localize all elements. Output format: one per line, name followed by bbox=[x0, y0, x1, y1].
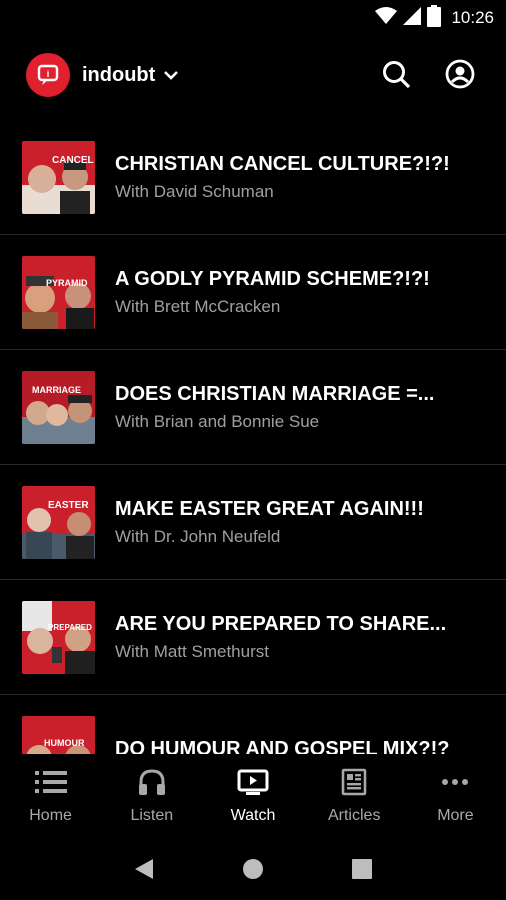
bottom-nav: Home Listen Watch Articles More bbox=[0, 754, 506, 838]
nav-label: Listen bbox=[130, 807, 174, 824]
episode-subtitle: With Dr. John Neufeld bbox=[115, 526, 281, 546]
nav-label: Watch bbox=[230, 807, 276, 824]
episode-thumbnail: EASTER bbox=[22, 485, 95, 559]
episode-subtitle: With Brett McCracken bbox=[115, 296, 281, 316]
chevron-down-icon[interactable] bbox=[163, 70, 179, 80]
thumbnail-text: MARRIAGE bbox=[32, 384, 81, 395]
account-circle-icon[interactable] bbox=[444, 58, 476, 90]
battery-icon bbox=[427, 4, 442, 32]
episode-subtitle: With David Schuman bbox=[115, 181, 274, 201]
svg-text:i: i bbox=[47, 69, 50, 79]
episode-subtitle: With Matt Smethurst bbox=[115, 641, 269, 661]
back-icon[interactable] bbox=[124, 849, 164, 889]
list-item[interactable]: HUMOUR DO HUMOUR AND GOSPEL MIX?!? bbox=[0, 695, 506, 754]
system-nav bbox=[0, 838, 506, 900]
channel-name[interactable]: indoubt bbox=[82, 64, 155, 87]
thumbnail-text: EASTER bbox=[48, 499, 89, 511]
thumbnail-text: HUMOUR bbox=[44, 737, 85, 748]
podcast-logo-icon[interactable]: i bbox=[26, 53, 70, 97]
episode-subtitle: With Brian and Bonnie Sue bbox=[115, 411, 320, 431]
nav-articles[interactable]: Articles bbox=[304, 754, 405, 838]
episode-thumbnail: MARRIAGE bbox=[22, 370, 95, 444]
wifi-icon bbox=[375, 6, 398, 30]
list-icon bbox=[34, 768, 67, 801]
list-item[interactable]: MARRIAGE DOES CHRISTIAN MARRIAGE =... Wi… bbox=[0, 350, 506, 465]
nav-watch[interactable]: Watch bbox=[202, 754, 303, 838]
nav-listen[interactable]: Listen bbox=[101, 754, 202, 838]
episode-thumbnail: PREPARED bbox=[22, 600, 95, 674]
video-screen-icon bbox=[237, 768, 269, 801]
nav-label: Home bbox=[29, 807, 72, 824]
list-item[interactable]: PREPARED ARE YOU PREPARED TO SHARE... Wi… bbox=[0, 580, 506, 695]
episode-title: DOES CHRISTIAN MARRIAGE =... bbox=[115, 382, 435, 405]
thumbnail-text: PREPARED bbox=[48, 622, 92, 632]
thumbnail-text: CANCEL bbox=[52, 154, 94, 166]
nav-more[interactable]: More bbox=[405, 754, 506, 838]
more-horizontal-icon bbox=[440, 768, 470, 801]
episode-title: A GODLY PYRAMID SCHEME?!?! bbox=[115, 267, 430, 290]
episode-title: DO HUMOUR AND GOSPEL MIX?!? bbox=[115, 737, 450, 755]
headphones-icon bbox=[137, 768, 167, 801]
list-item[interactable]: EASTER MAKE EASTER GREAT AGAIN!!! With D… bbox=[0, 465, 506, 580]
episode-thumbnail: HUMOUR bbox=[22, 715, 95, 754]
episode-list: CANCEL CHRISTIAN CANCEL CULTURE?!?! With… bbox=[0, 120, 506, 754]
episode-title: CHRISTIAN CANCEL CULTURE?!?! bbox=[115, 152, 450, 175]
episode-title: ARE YOU PREPARED TO SHARE... bbox=[115, 612, 447, 635]
episode-thumbnail: PYRAMID bbox=[22, 255, 95, 329]
list-item[interactable]: PYRAMID A GODLY PYRAMID SCHEME?!?! With … bbox=[0, 235, 506, 350]
newspaper-icon bbox=[340, 768, 368, 801]
list-item[interactable]: CANCEL CHRISTIAN CANCEL CULTURE?!?! With… bbox=[0, 120, 506, 235]
app-header: i indoubt bbox=[0, 44, 506, 106]
search-icon[interactable] bbox=[380, 58, 412, 90]
episode-thumbnail: CANCEL bbox=[22, 140, 95, 214]
nav-home[interactable]: Home bbox=[0, 754, 101, 838]
cellular-signal-icon bbox=[403, 6, 422, 30]
status-bar: 10:26 bbox=[0, 0, 506, 36]
recents-square-icon[interactable] bbox=[342, 849, 382, 889]
episode-title: MAKE EASTER GREAT AGAIN!!! bbox=[115, 497, 424, 520]
thumbnail-text: PYRAMID bbox=[46, 277, 88, 288]
home-circle-icon[interactable] bbox=[233, 849, 273, 889]
nav-label: Articles bbox=[327, 807, 381, 824]
status-time: 10:26 bbox=[451, 8, 494, 27]
nav-label: More bbox=[437, 807, 474, 824]
